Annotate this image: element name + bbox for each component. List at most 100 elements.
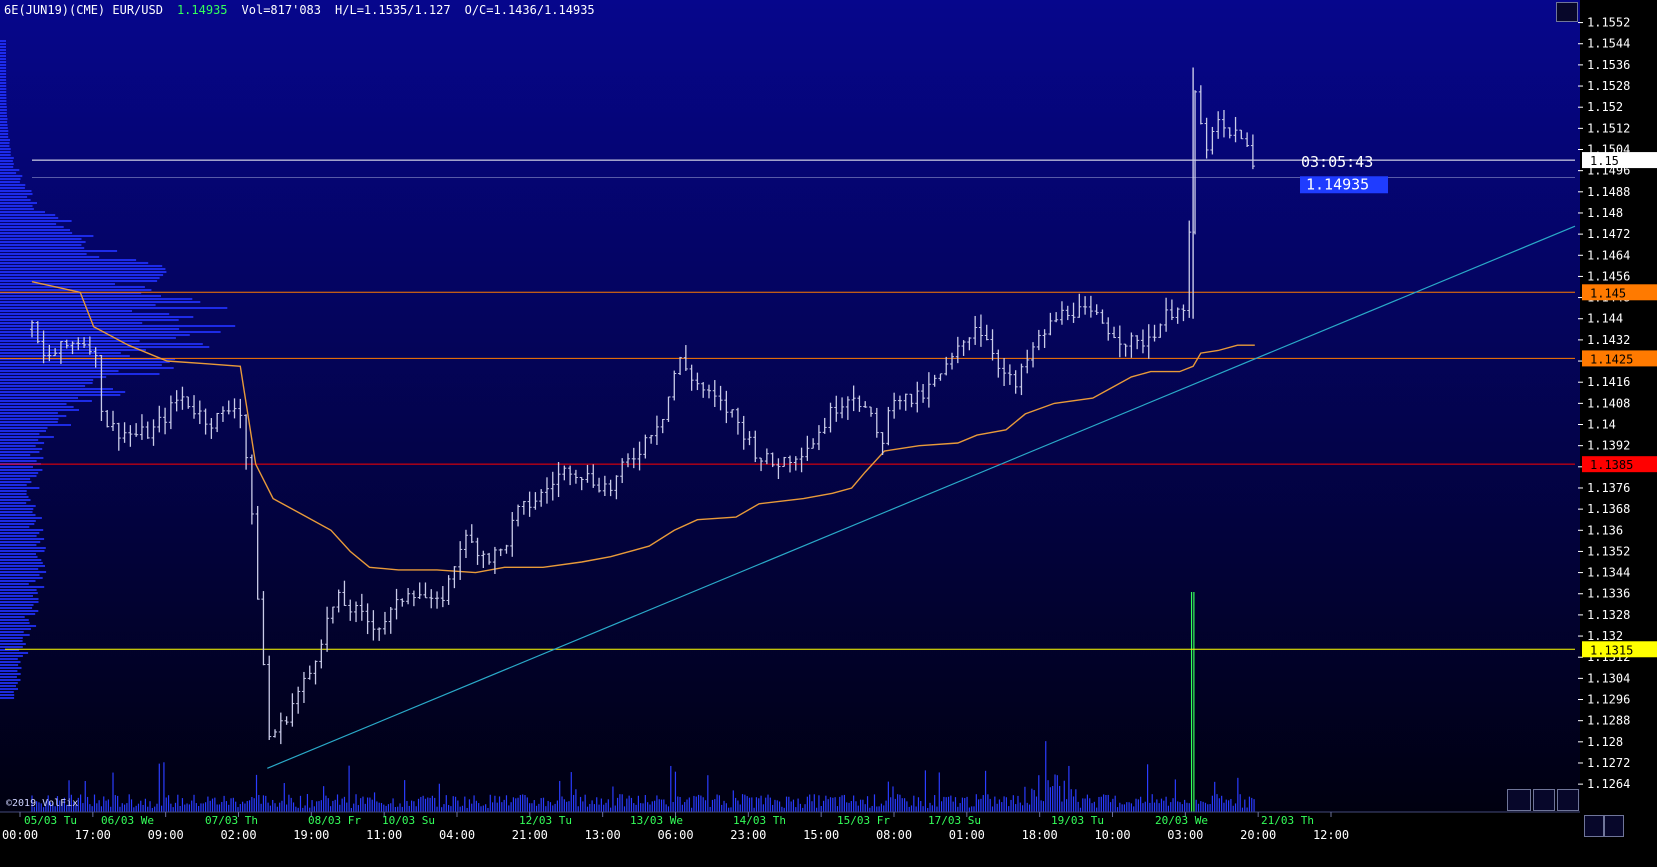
expand-icon[interactable] [1557,789,1579,811]
scroll-left-button[interactable] [1584,815,1604,837]
price-tick-label: 1.1296 [1587,693,1630,707]
volume-profile-bar [0,427,48,429]
price-tick-label: 1.1264 [1587,777,1630,791]
volume-profile-bar [0,112,7,114]
volume-profile-bar [0,172,17,174]
copyright-label: ©2019 VolFix [6,798,79,809]
split-view-icon[interactable] [1533,789,1555,811]
volume-profile-bar [0,268,166,270]
volume-profile-bar [0,91,7,93]
volume-profile-bar [0,589,37,591]
volume-profile-bar [0,304,156,306]
volume-profile-bar [0,418,59,420]
time-tick-label: 18:00 [1022,828,1058,842]
volume-profile-bar [0,634,30,636]
volume-profile-bar [0,214,56,216]
draw-tool-icon[interactable] [1556,2,1578,22]
volume-profile-bar [0,334,190,336]
volume-profile-bar [0,85,7,87]
volume-profile-bar [0,685,16,687]
price-tick-label: 1.1376 [1587,481,1630,495]
volume-profile-bar [0,373,160,375]
volume-profile-bar [0,394,121,396]
chart-svg[interactable]: 1.1552 1.1544 1.1536 1.1528 1.152 1.1512 1.15 0… [0,0,1657,867]
volume-profile-bar [0,286,145,288]
price-tick-label: 1.152 [1587,100,1623,114]
volume-profile-bar [0,163,14,165]
time-tick-label: 02:00 [220,828,256,842]
volume-profile-bar [0,157,14,159]
volume-profile-bar [0,43,6,45]
volume-profile-bar [0,484,27,486]
volume-profile-bar [0,355,130,357]
volume-profile-bar [0,181,20,183]
volume-profile-bar [0,259,137,261]
volume-profile-bar [0,508,34,510]
volume-profile-bar [0,64,7,66]
volume-profile-bar [0,676,17,678]
volume-profile-bar [0,409,79,411]
price-tick-label: 1.136 [1587,523,1623,537]
volume-profile-bar [0,109,7,111]
volume-profile-bar [0,175,23,177]
volume-profile-bar [0,238,82,240]
volume-profile-bar [0,133,9,135]
price-tick-label: 1.144 [1587,312,1623,326]
volume-profile-bar [0,367,174,369]
volume-profile-bar [0,655,23,657]
price-tick-label: 1.1368 [1587,502,1630,516]
volume-profile-bar [0,280,158,282]
volume-profile-bar [0,457,44,459]
volume-profile-bar [0,370,119,372]
volume-profile-bar [0,52,6,54]
volume-profile-bar [0,487,40,489]
volume-profile-bar [0,520,36,522]
volume-profile-bar [0,571,47,573]
volume-profile-bar [0,76,7,78]
time-tick-label: 15:00 [803,828,839,842]
volume-profile-bar [0,547,46,549]
price-tick-label: 1.1352 [1587,544,1630,558]
volume-profile-bar [0,61,7,63]
volume-profile-bar [0,169,20,171]
scroll-right-button[interactable] [1604,815,1624,837]
volume-profile-bar [0,97,7,99]
volume-profile-bar [0,451,40,453]
volume-profile-bar [0,274,164,276]
volume-profile-bar [0,208,34,210]
price-tick-label: 1.128 [1587,735,1623,749]
volume-profile-bar [0,607,33,609]
volume-profile-bar [0,454,31,456]
time-tick-label: 17:00 [75,828,111,842]
volume-profile-bar [0,250,118,252]
volume-profile-bar [0,121,8,123]
volume-profile-bar [0,346,210,348]
volume-profile-bar [0,148,11,150]
date-label: 14/03 Th [733,814,786,827]
volume-profile-bar [0,115,7,117]
date-label: 21/03 Th [1261,814,1314,827]
price-tick-label: 1.1512 [1587,121,1630,135]
volume-profile-bar [0,439,39,441]
price-tick-label: 1.1416 [1587,375,1630,389]
volume-profile-bar [0,640,23,642]
volume-profile-bar [0,475,37,477]
date-label: 06/03 We [101,814,154,827]
volume-profile-bar [0,55,6,57]
time-tick-label: 03:00 [1167,828,1203,842]
volume-profile-bar [0,406,74,408]
grid-layout-icon[interactable] [1507,789,1531,811]
time-axis[interactable]: 00:00 17:00 09:00 02:00 19:00 11:00 04:00 21:00… [0,811,1580,842]
volume-profile-bar [0,556,38,558]
price-tick-label: 1.1488 [1587,185,1630,199]
volume-profile-bar [0,229,70,231]
date-label: 20/03 We [1155,814,1208,827]
volume-profile-bar [0,604,34,606]
volume-profile-bar [0,382,93,384]
volume-profile-bar [0,553,36,555]
volume-profile-bar [0,592,38,594]
volume-profile-bar [0,253,87,255]
volume-profile-bar [0,307,228,309]
volume-profile-bar [0,436,54,438]
date-label: 05/03 Tu [24,814,77,827]
